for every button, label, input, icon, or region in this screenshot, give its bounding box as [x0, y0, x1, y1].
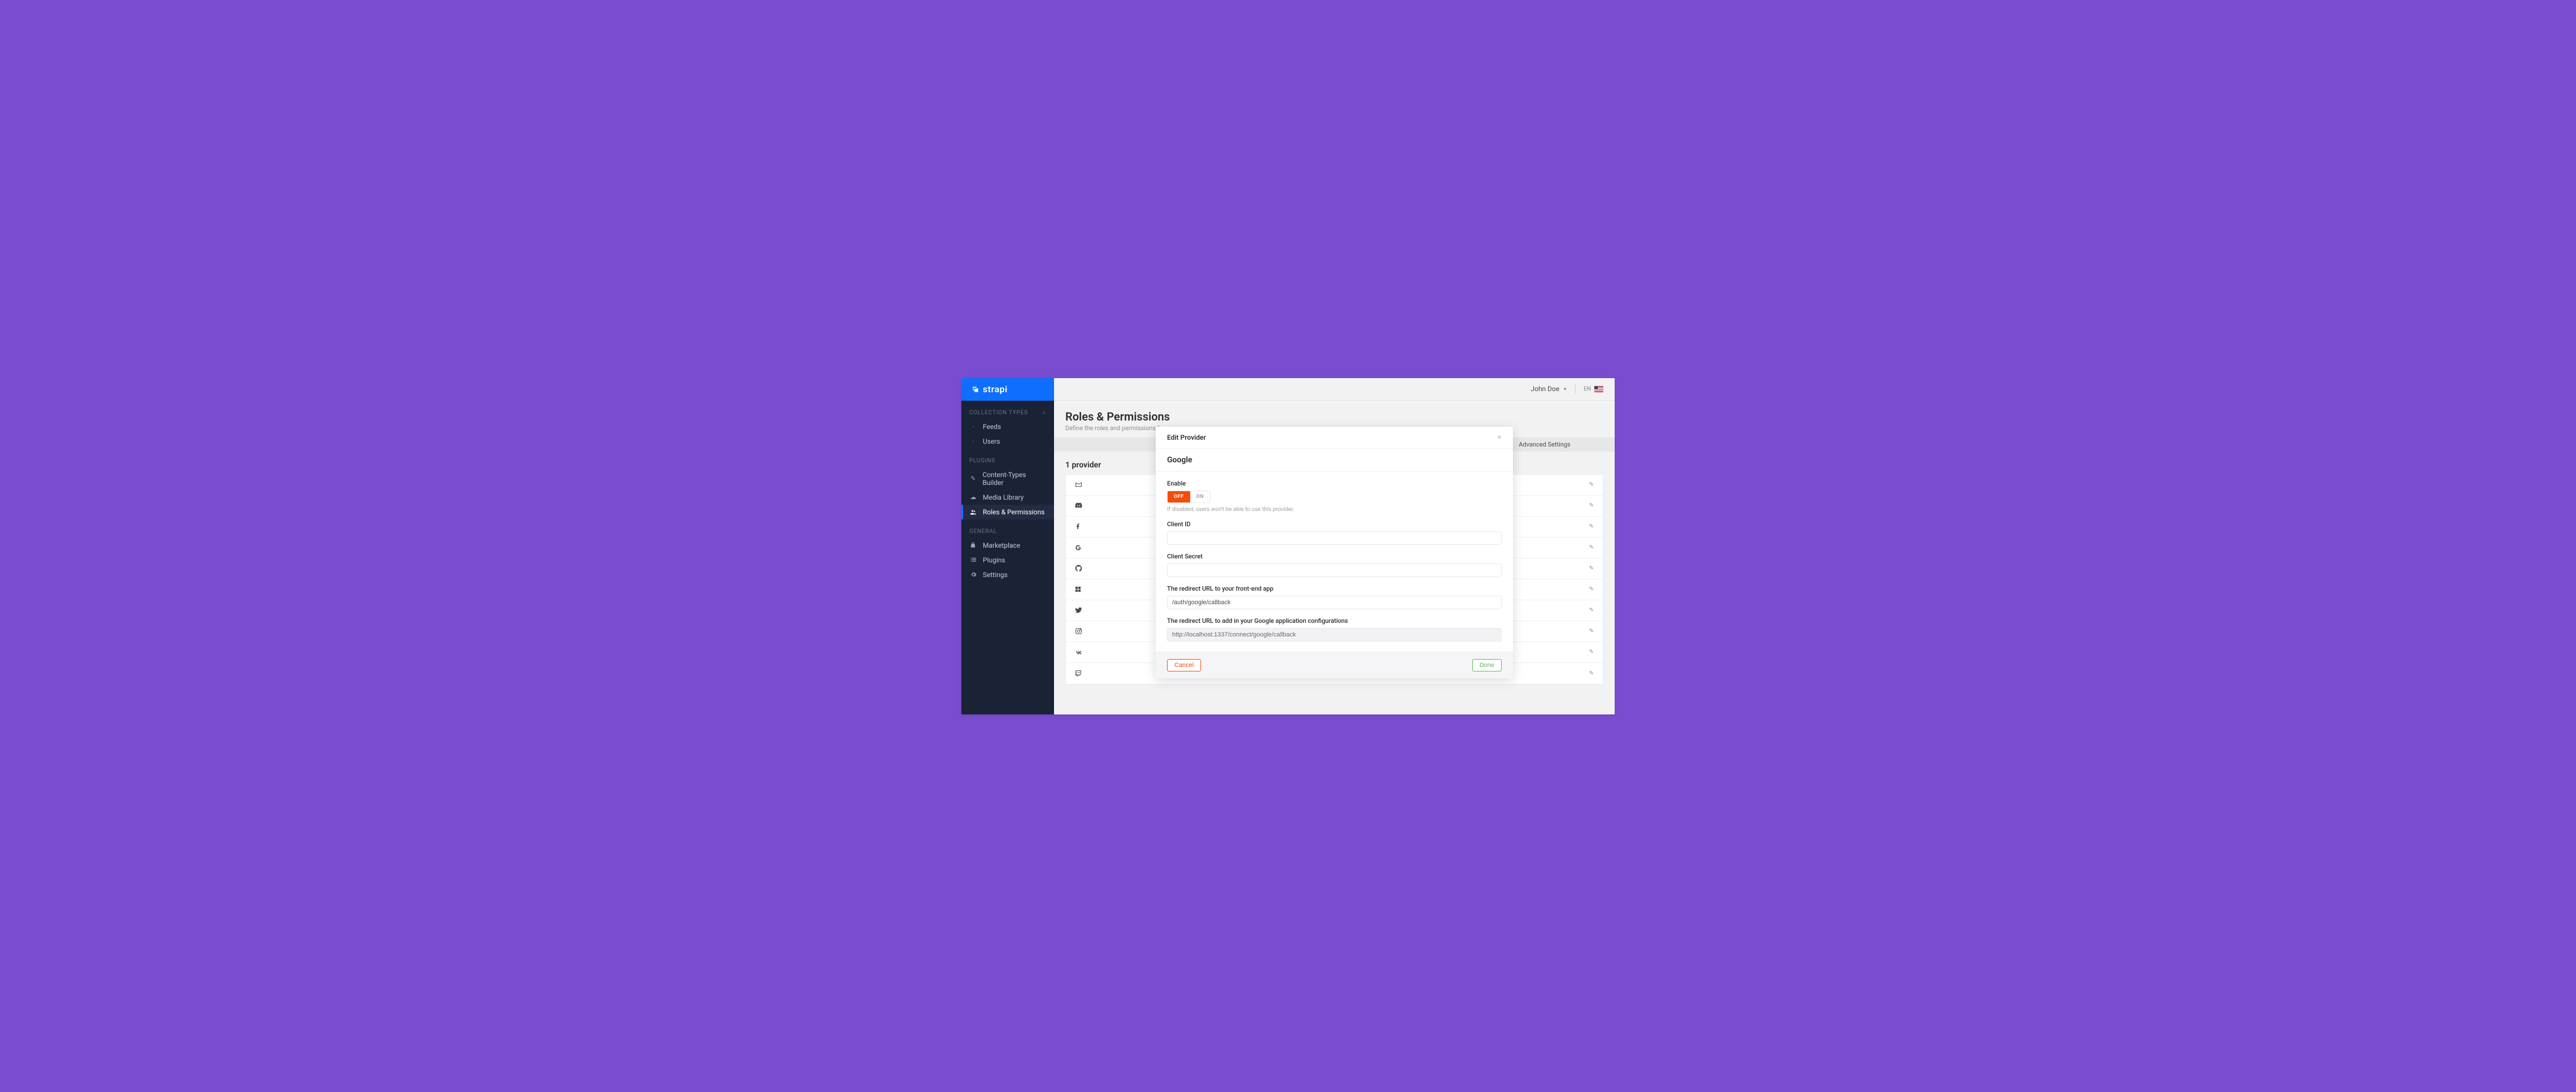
frontend-redirect-input[interactable] [1167, 596, 1502, 609]
modal-body: Enable OFF ON If disabled, users won't b… [1156, 472, 1513, 652]
backend-redirect-label: The redirect URL to add in your Google a… [1167, 617, 1502, 625]
brand-name: strapi [983, 384, 1008, 395]
form-group-backend-redirect: The redirect URL to add in your Google a… [1167, 617, 1502, 642]
sidebar-section-collection-types: COLLECTION TYPES ⌕ [961, 401, 1054, 419]
sidebar-item-label: Marketplace [983, 541, 1020, 549]
client-secret-input[interactable] [1167, 564, 1502, 577]
sidebar-item-label: Users [983, 437, 1000, 445]
edit-provider-modal: Edit Provider × Google Enable OFF ON If … [1156, 427, 1513, 678]
form-group-enable: Enable OFF ON If disabled, users won't b… [1167, 480, 1502, 513]
sidebar: strapi COLLECTION TYPES ⌕ ● Feeds ● User… [961, 378, 1054, 714]
enable-toggle[interactable]: OFF ON [1167, 491, 1211, 503]
edit-icon[interactable]: ✎ [1589, 628, 1594, 634]
sidebar-item-roles-permissions[interactable]: Roles & Permissions [961, 505, 1054, 519]
edit-icon[interactable]: ✎ [1589, 586, 1594, 592]
client-secret-label: Client Secret [1167, 553, 1502, 560]
sidebar-item-label: Roles & Permissions [983, 508, 1044, 516]
sidebar-item-label: Plugins [983, 556, 1005, 564]
locale-code: EN [1584, 386, 1591, 392]
form-group-client-secret: Client Secret [1167, 553, 1502, 577]
vk-icon [1075, 648, 1083, 656]
sidebar-item-content-types-builder[interactable]: ✎ Content-Types Builder [961, 467, 1054, 490]
modal-title: Edit Provider [1167, 434, 1206, 441]
user-dropdown[interactable]: John Doe ▼ [1523, 385, 1575, 393]
form-group-client-id: Client ID [1167, 521, 1502, 545]
frontend-redirect-label: The redirect URL to your front-end app [1167, 585, 1502, 592]
edit-icon[interactable]: ✎ [1589, 502, 1594, 509]
brand-logo[interactable]: strapi [961, 378, 1054, 401]
email-icon [1075, 481, 1082, 488]
sidebar-item-label: Content-Types Builder [982, 471, 1046, 487]
enable-label: Enable [1167, 480, 1502, 487]
cloud-icon: ☁ [969, 493, 977, 501]
edit-icon[interactable]: ✎ [1589, 482, 1594, 488]
sidebar-item-label: Media Library [983, 493, 1024, 501]
twitter-icon [1075, 606, 1082, 614]
cancel-button[interactable]: Cancel [1167, 659, 1201, 671]
app-window: strapi COLLECTION TYPES ⌕ ● Feeds ● User… [961, 378, 1615, 714]
sidebar-section-general: GENERAL [961, 519, 1054, 538]
us-flag-icon [1594, 386, 1603, 392]
sidebar-section-plugins: PLUGINS [961, 449, 1054, 467]
modal-footer: Cancel Done [1156, 652, 1513, 678]
sidebar-item-label: Feeds [983, 423, 1001, 431]
close-icon[interactable]: × [1498, 434, 1502, 441]
sidebar-item-media-library[interactable]: ☁ Media Library [961, 490, 1054, 505]
edit-icon[interactable]: ✎ [1589, 649, 1594, 655]
list-icon [969, 556, 977, 564]
page-title: Roles & Permissions [1065, 410, 1603, 423]
edit-icon[interactable]: ✎ [1589, 544, 1594, 551]
sidebar-item-marketplace[interactable]: Marketplace [961, 538, 1054, 553]
search-icon[interactable]: ⌕ [1043, 410, 1046, 416]
sidebar-item-settings[interactable]: Settings [961, 567, 1054, 582]
chevron-down-icon: ▼ [1563, 387, 1567, 392]
locale-selector[interactable]: EN [1576, 386, 1603, 392]
instagram-icon [1075, 627, 1082, 635]
twitch-icon [1075, 670, 1082, 677]
discord-icon [1075, 502, 1082, 509]
main-content: John Doe ▼ EN Roles & Permissions Define… [1054, 378, 1615, 714]
modal-provider-name: Google [1156, 449, 1513, 472]
paintbrush-icon: ✎ [969, 475, 977, 483]
client-id-label: Client ID [1167, 521, 1502, 528]
bullet-icon: ● [969, 437, 977, 445]
strapi-icon [972, 385, 979, 393]
google-icon [1075, 544, 1082, 551]
sidebar-item-feeds[interactable]: ● Feeds [961, 419, 1054, 434]
bag-icon [969, 541, 977, 549]
client-id-input[interactable] [1167, 531, 1502, 545]
github-icon [1075, 565, 1082, 572]
user-name: John Doe [1530, 385, 1559, 393]
sidebar-item-users[interactable]: ● Users [961, 434, 1054, 449]
toggle-off[interactable]: OFF [1168, 491, 1190, 502]
edit-icon[interactable]: ✎ [1589, 523, 1594, 530]
backend-redirect-input [1167, 628, 1502, 642]
enable-help: If disabled, users won't be able to use … [1167, 506, 1502, 513]
microsoft-icon [1075, 586, 1081, 592]
sidebar-item-plugins[interactable]: Plugins [961, 553, 1054, 567]
form-group-frontend-redirect: The redirect URL to your front-end app [1167, 585, 1502, 609]
gear-icon [969, 571, 977, 579]
top-header: John Doe ▼ EN [1054, 378, 1615, 401]
sidebar-item-label: Settings [983, 571, 1008, 579]
toggle-on[interactable]: ON [1190, 491, 1211, 502]
modal-header: Edit Provider × [1156, 427, 1513, 449]
users-icon [969, 508, 977, 516]
edit-icon[interactable]: ✎ [1589, 565, 1594, 571]
edit-icon[interactable]: ✎ [1589, 670, 1594, 677]
done-button[interactable]: Done [1472, 659, 1502, 671]
facebook-icon [1075, 523, 1081, 530]
edit-icon[interactable]: ✎ [1589, 607, 1594, 613]
bullet-icon: ● [969, 423, 977, 431]
